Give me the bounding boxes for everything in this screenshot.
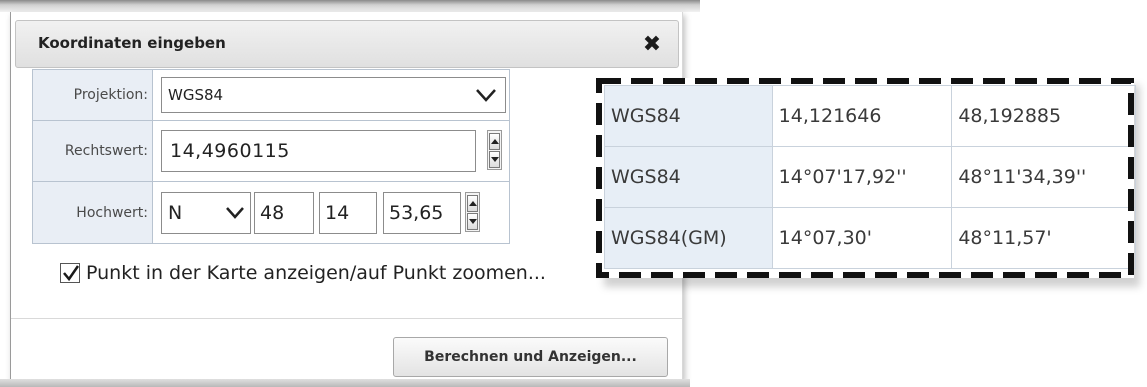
- table-row: WGS84(GM) 14°07,30' 48°11,57': [604, 207, 1136, 269]
- spin-down-button[interactable]: [489, 151, 500, 168]
- arrow-up-icon: [491, 139, 499, 144]
- latitude-cell: 48,192885: [951, 85, 1136, 147]
- zoom-option: Punkt in der Karte anzeigen/auf Punkt zo…: [60, 260, 546, 286]
- window-bottom-edge: [0, 379, 690, 387]
- rechtswert-label: Rechtswert:: [33, 121, 153, 181]
- rechtswert-row: Rechtswert: 14,4960115: [33, 121, 509, 182]
- hemisphere-select[interactable]: N: [161, 192, 251, 234]
- checkmark-icon: [63, 265, 80, 282]
- spin-down-button[interactable]: [467, 213, 478, 230]
- coordinate-results-panel: WGS84 14,121646 48,192885 WGS84 14°07'17…: [596, 78, 1136, 278]
- projection-cell: WGS84(GM): [604, 207, 773, 269]
- projection-label: Projektion:: [33, 70, 153, 120]
- hochwert-row: Hochwert: N 48 14 53,65: [33, 182, 509, 243]
- spin-up-button[interactable]: [467, 195, 478, 212]
- hochwert-label: Hochwert:: [33, 182, 153, 243]
- chevron-down-icon: [476, 89, 496, 102]
- minutes-input[interactable]: 14: [319, 192, 377, 234]
- coordinate-dialog: Koordinaten eingeben ✖ Projektion: WGS84…: [10, 12, 683, 380]
- longitude-cell: 14°07'17,92'': [771, 146, 953, 208]
- seconds-spinner: [465, 192, 480, 232]
- calculate-button[interactable]: Berechnen und Anzeigen...: [393, 337, 668, 377]
- footer-divider: [11, 318, 682, 319]
- latitude-cell: 48°11,57': [951, 207, 1136, 269]
- zoom-checkbox-label[interactable]: Punkt in der Karte anzeigen/auf Punkt zo…: [86, 262, 546, 284]
- projection-select[interactable]: WGS84: [161, 77, 506, 113]
- longitude-cell: 14°07,30': [771, 207, 953, 269]
- degrees-input[interactable]: 48: [254, 192, 314, 234]
- table-row: WGS84 14°07'17,92'' 48°11'34,39'': [604, 146, 1136, 208]
- hemisphere-select-value: N: [168, 202, 183, 224]
- rechtswert-spinner: [487, 130, 502, 170]
- arrow-down-icon: [469, 219, 477, 224]
- coordinate-form: Projektion: WGS84 Rechtswert: 14,4960115…: [32, 69, 510, 244]
- spin-up-button[interactable]: [489, 133, 500, 150]
- coordinate-results-table: WGS84 14,121646 48,192885 WGS84 14°07'17…: [604, 85, 1136, 269]
- latitude-cell: 48°11'34,39'': [951, 146, 1136, 208]
- rechtswert-input[interactable]: 14,4960115: [161, 130, 476, 172]
- projection-cell: WGS84: [604, 85, 773, 147]
- window-top-edge: [0, 0, 700, 12]
- close-icon[interactable]: ✖: [640, 33, 664, 57]
- projection-row: Projektion: WGS84: [33, 70, 509, 121]
- dialog-title: Koordinaten eingeben: [38, 34, 226, 52]
- chevron-down-icon: [226, 207, 244, 219]
- arrow-up-icon: [469, 201, 477, 206]
- table-row: WGS84 14,121646 48,192885: [604, 85, 1136, 147]
- zoom-checkbox[interactable]: [60, 263, 80, 283]
- projection-cell: WGS84: [604, 146, 773, 208]
- longitude-cell: 14,121646: [771, 85, 953, 147]
- projection-select-value: WGS84: [168, 86, 224, 104]
- dialog-titlebar[interactable]: Koordinaten eingeben ✖: [15, 20, 679, 68]
- arrow-down-icon: [491, 157, 499, 162]
- seconds-input[interactable]: 53,65: [383, 192, 461, 234]
